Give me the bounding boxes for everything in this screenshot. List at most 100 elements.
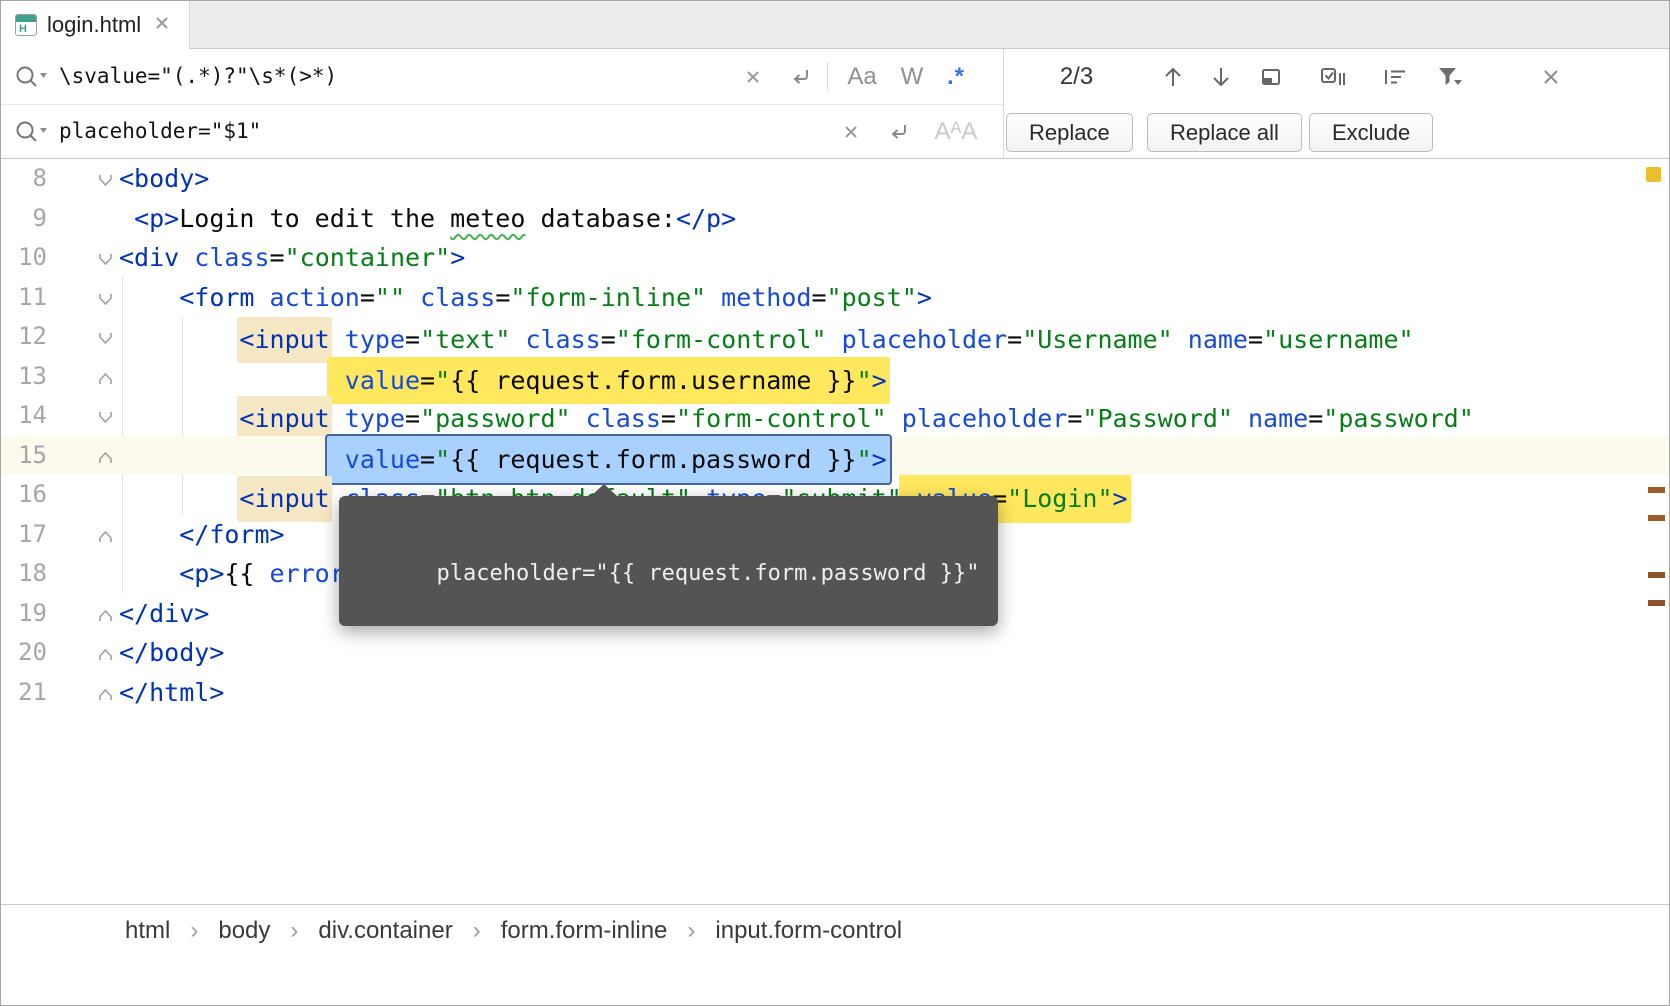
breadcrumb-separator: › xyxy=(687,917,695,945)
code-text: value="{{ request.form.username }}"> xyxy=(119,357,1669,397)
fold-end-icon[interactable] xyxy=(98,594,113,634)
code-token: class xyxy=(194,243,269,272)
replace-all-button[interactable]: Replace all xyxy=(1147,113,1302,152)
code-line[interactable]: 15 value="{{ request.form.password }}"> xyxy=(1,436,1669,476)
code-line[interactable]: 20</body> xyxy=(1,633,1669,673)
fold-end-icon[interactable] xyxy=(98,515,113,555)
code-token: = xyxy=(811,283,826,312)
exclude-button[interactable]: Exclude xyxy=(1309,113,1433,152)
scrollbar-match-mark[interactable] xyxy=(1648,515,1665,521)
code-token: value xyxy=(345,366,420,395)
code-token: > xyxy=(872,445,887,474)
replacement-preview-text: placeholder="{{ request.form.password }}… xyxy=(436,561,979,586)
line-number: 11 xyxy=(1,278,47,318)
select-all-occurrences-button[interactable] xyxy=(1311,49,1355,104)
find-input[interactable] xyxy=(59,56,719,96)
code-token: class xyxy=(525,325,600,354)
code-line[interactable]: 21</html> xyxy=(1,673,1669,713)
code-line[interactable]: 9 <p>Login to edit the meteo database:</… xyxy=(1,199,1669,239)
code-token: action xyxy=(270,283,360,312)
replace-input[interactable] xyxy=(59,111,719,151)
regex-toggle[interactable]: .* xyxy=(933,49,979,104)
html-file-icon: H xyxy=(15,14,37,36)
whole-words-toggle[interactable]: W xyxy=(889,49,935,104)
tab-login-html[interactable]: H login.html xyxy=(1,1,190,49)
line-number: 15 xyxy=(1,436,47,476)
fold-region-icon[interactable] xyxy=(98,159,113,199)
code-token: "Username" xyxy=(1022,325,1173,354)
inspection-indicator[interactable] xyxy=(1646,167,1661,182)
breadcrumb-item[interactable]: form.form-inline xyxy=(501,917,668,945)
code-token: "password" xyxy=(1323,404,1474,433)
code-token xyxy=(405,283,420,312)
gutter xyxy=(47,396,119,436)
editor-area[interactable]: 8<body>9 <p>Login to edit the meteo data… xyxy=(1,159,1669,904)
fold-end-icon[interactable] xyxy=(98,357,113,397)
insert-newline-icon[interactable] xyxy=(779,49,823,104)
gutter xyxy=(47,159,119,199)
fold-end-icon[interactable] xyxy=(98,673,113,713)
code-token: </form> xyxy=(179,520,284,549)
filter-search-button[interactable] xyxy=(1427,49,1471,104)
code-token: = xyxy=(661,404,676,433)
replace-newline-icon[interactable] xyxy=(877,104,921,159)
code-token: {{ request.form.password }} xyxy=(450,445,856,474)
line-number: 9 xyxy=(1,199,47,239)
search-options-button[interactable] xyxy=(1373,49,1417,104)
code-token: </body> xyxy=(119,638,224,667)
close-search-icon[interactable] xyxy=(1529,49,1573,104)
code-token: placeholder xyxy=(902,404,1068,433)
code-text: <form action="" class="form-inline" meth… xyxy=(119,278,1669,318)
next-occurrence-button[interactable] xyxy=(1199,49,1243,104)
gutter xyxy=(47,238,119,278)
code-token: <p> xyxy=(134,204,179,233)
code-line[interactable]: 8<body> xyxy=(1,159,1669,199)
code-line[interactable]: 14 <input type="password" class="form-co… xyxy=(1,396,1669,436)
fold-end-icon[interactable] xyxy=(98,436,113,476)
open-in-find-window-button[interactable] xyxy=(1249,49,1293,104)
preserve-case-toggle[interactable]: AᴬA xyxy=(925,104,987,159)
code-line[interactable]: 12 <input type="text" class="form-contro… xyxy=(1,317,1669,357)
fold-region-icon[interactable] xyxy=(98,396,113,436)
code-line[interactable]: 11 <form action="" class="form-inline" m… xyxy=(1,278,1669,318)
breadcrumb-item[interactable]: div.container xyxy=(318,917,452,945)
breadcrumbs-bar: html›body›div.container›form.form-inline… xyxy=(1,904,1669,1004)
code-token: type xyxy=(345,404,405,433)
gutter xyxy=(47,673,119,713)
gutter xyxy=(47,515,119,555)
code-token: > xyxy=(450,243,465,272)
tab-close-icon[interactable] xyxy=(151,14,173,36)
replace-button[interactable]: Replace xyxy=(1006,113,1133,152)
fold-region-icon[interactable] xyxy=(98,278,113,318)
breadcrumb-item[interactable]: input.form-control xyxy=(715,917,902,945)
code-token: = xyxy=(1067,404,1082,433)
fold-end-icon[interactable] xyxy=(98,633,113,673)
clear-find-icon[interactable] xyxy=(731,49,775,104)
scrollbar-match-mark[interactable] xyxy=(1648,600,1665,606)
code-token: " xyxy=(435,366,450,395)
fold-region-icon[interactable] xyxy=(98,317,113,357)
code-token xyxy=(887,404,902,433)
html-file-icon-letter: H xyxy=(19,23,27,35)
code-token: = xyxy=(1248,325,1263,354)
code-line[interactable]: 13 value="{{ request.form.username }}"> xyxy=(1,357,1669,397)
scrollbar-match-mark[interactable] xyxy=(1648,572,1665,578)
code-line[interactable]: 10<div class="container"> xyxy=(1,238,1669,278)
replace-search-icon[interactable] xyxy=(13,104,49,159)
code-token: placeholder xyxy=(842,325,1008,354)
breadcrumb-item[interactable]: html xyxy=(125,917,170,945)
scrollbar-match-mark[interactable] xyxy=(1648,487,1665,493)
code-token: > xyxy=(872,366,887,395)
code-token: type xyxy=(345,325,405,354)
gutter xyxy=(47,475,119,515)
clear-replace-icon[interactable] xyxy=(829,104,873,159)
code-text: value="{{ request.form.password }}"> xyxy=(119,436,1669,476)
match-case-toggle[interactable]: Aa xyxy=(839,49,885,104)
code-token: "form-control" xyxy=(676,404,887,433)
search-icon[interactable] xyxy=(13,49,49,104)
breadcrumb-item[interactable]: body xyxy=(218,917,270,945)
breadcrumb-separator: › xyxy=(190,917,198,945)
previous-occurrence-button[interactable] xyxy=(1151,49,1195,104)
editor-tab-bar: H login.html xyxy=(1,1,1669,49)
fold-region-icon[interactable] xyxy=(98,238,113,278)
